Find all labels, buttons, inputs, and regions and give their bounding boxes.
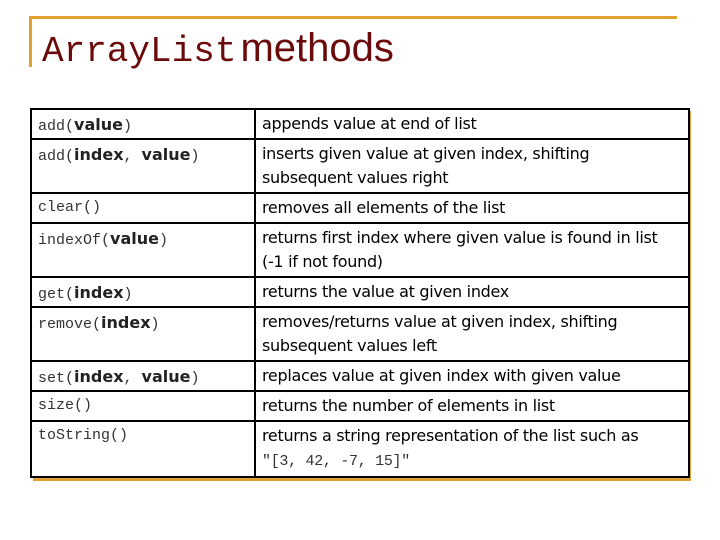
table-row: indexOf(value) returns first index where … xyxy=(30,222,690,278)
method-description: removes/returns value at given index, sh… xyxy=(254,306,690,362)
methods-table: add(value) appends value at end of list ad… xyxy=(30,108,690,478)
method-name: remove( xyxy=(38,316,102,333)
method-signature: remove(index) xyxy=(30,306,256,362)
description-text: replaces value at given index with given… xyxy=(262,366,621,385)
method-description: appends value at end of list xyxy=(254,108,690,140)
method-description: returns a string representation of the l… xyxy=(254,420,690,478)
title-text: methods xyxy=(240,26,394,70)
title-accent-line xyxy=(29,16,677,19)
method-signature: add(value) xyxy=(30,108,256,140)
method-param: index xyxy=(74,283,124,302)
description-text: removes/returns value at given index, sh… xyxy=(262,312,618,355)
method-param: value xyxy=(141,145,191,164)
table-row: toString() returns a string representatio… xyxy=(30,420,690,478)
method-param: index xyxy=(74,367,124,386)
description-text: returns the number of elements in list xyxy=(262,396,555,415)
method-close-paren: ) xyxy=(190,148,200,165)
description-code-example: "[3, 42, -7, 15]" xyxy=(262,453,410,470)
title-accent-line-left xyxy=(29,16,32,67)
description-text: returns first index where given value is… xyxy=(262,228,658,271)
method-param: value xyxy=(110,229,159,248)
method-name: set( xyxy=(38,370,75,387)
methods-table-wrapper: add(value) appends value at end of list ad… xyxy=(30,108,691,481)
method-name: size() xyxy=(38,397,93,414)
method-param: value xyxy=(141,367,191,386)
method-name: indexOf( xyxy=(38,232,111,249)
method-signature: indexOf(value) xyxy=(30,222,256,278)
method-description: inserts given value at given index, shif… xyxy=(254,138,690,194)
description-text: returns a string representation of the l… xyxy=(262,426,639,445)
table-row: remove(index) removes/returns value at gi… xyxy=(30,306,690,362)
method-name: toString() xyxy=(38,427,129,444)
param-separator: , xyxy=(123,148,142,165)
method-description: returns the value at given index xyxy=(254,276,690,308)
method-description: removes all elements of the list xyxy=(254,192,690,224)
method-param: index xyxy=(74,145,124,164)
method-signature: add(index, value) xyxy=(30,138,256,194)
param-separator: , xyxy=(123,370,142,387)
description-text: inserts given value at given index, shif… xyxy=(262,144,590,187)
method-close-paren: ) xyxy=(150,316,160,333)
method-param: index xyxy=(101,313,151,332)
method-name: add( xyxy=(38,148,75,165)
method-description: returns the number of elements in list xyxy=(254,390,690,422)
slide-title: ArrayList methods xyxy=(42,26,394,72)
method-name: get( xyxy=(38,286,75,303)
method-close-paren: ) xyxy=(190,370,200,387)
table-row: add(value) appends value at end of list xyxy=(30,108,690,140)
method-signature: set(index, value) xyxy=(30,360,256,392)
table-row: set(index, value) replaces value at given… xyxy=(30,360,690,392)
method-name: add( xyxy=(38,118,75,135)
method-param: value xyxy=(74,115,123,134)
method-signature: get(index) xyxy=(30,276,256,308)
table-row: size() returns the number of elements in … xyxy=(30,390,690,422)
method-signature: clear() xyxy=(30,192,256,224)
method-signature: toString() xyxy=(30,420,256,478)
method-close-paren: ) xyxy=(122,118,132,135)
method-description: returns first index where given value is… xyxy=(254,222,690,278)
description-text: appends value at end of list xyxy=(262,114,477,133)
method-signature: size() xyxy=(30,390,256,422)
method-description: replaces value at given index with given… xyxy=(254,360,690,392)
method-name: clear() xyxy=(38,199,102,216)
description-text: removes all elements of the list xyxy=(262,198,506,217)
method-close-paren: ) xyxy=(158,232,168,249)
table-row: clear() removes all elements of the list xyxy=(30,192,690,224)
title-class-name: ArrayList xyxy=(42,31,237,72)
table-row: add(index, value) inserts given value at … xyxy=(30,138,690,194)
description-text: returns the value at given index xyxy=(262,282,509,301)
method-close-paren: ) xyxy=(123,286,133,303)
table-row: get(index) returns the value at given ind… xyxy=(30,276,690,308)
